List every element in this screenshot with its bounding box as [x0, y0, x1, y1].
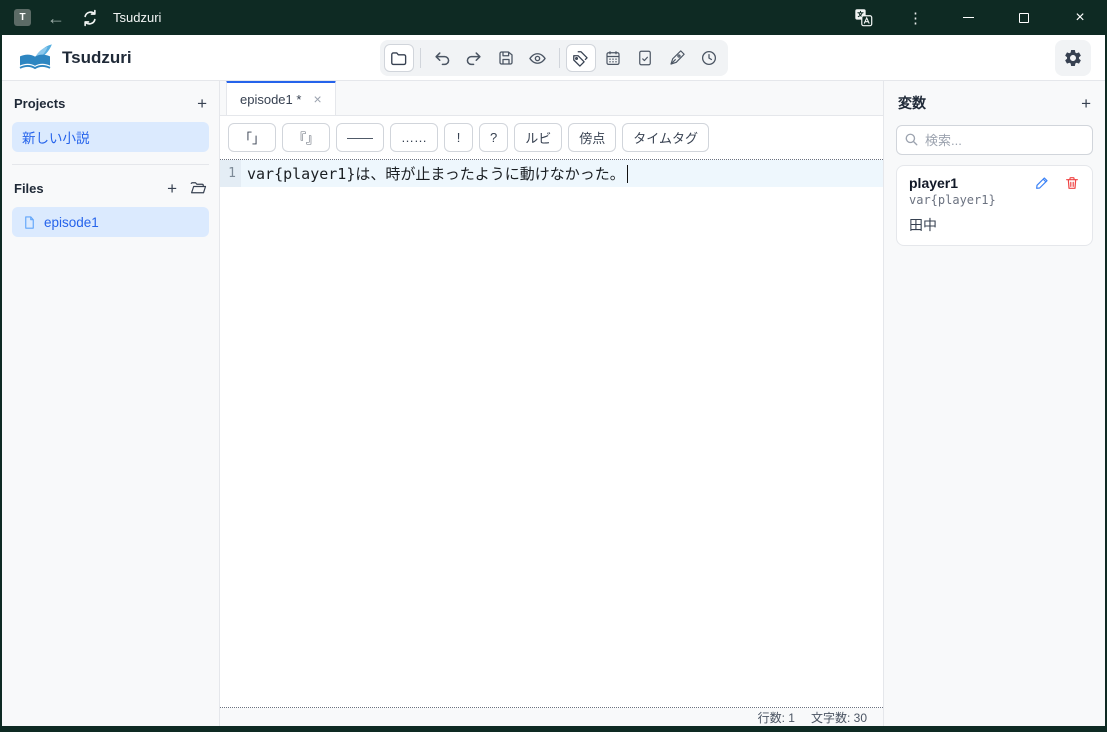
insert-ellipsis-button[interactable]: …… — [390, 123, 438, 152]
trash-icon — [1064, 175, 1080, 191]
app-header: Tsudzuri — [2, 35, 1105, 81]
menu-dots-icon[interactable]: ⋮ — [904, 9, 927, 27]
files-header: Files + — [14, 179, 207, 197]
pen-button[interactable] — [662, 44, 692, 72]
variable-tag: var{player1} — [909, 193, 1080, 207]
line-count: 行数: 1 — [758, 709, 795, 726]
add-file-button[interactable]: + — [167, 180, 177, 197]
line-number: 1 — [220, 160, 241, 187]
file-item-label: episode1 — [44, 215, 99, 230]
undo-button[interactable] — [427, 44, 457, 72]
preview-eye-button[interactable] — [523, 44, 553, 72]
document-check-button[interactable] — [630, 44, 660, 72]
line-text: var{player1}は、時が止まったように動けなかった。 — [247, 163, 625, 184]
brand: Tsudzuri — [16, 43, 132, 73]
toolbar-separator — [559, 48, 560, 68]
close-button[interactable]: × — [1065, 4, 1095, 32]
insert-timetag-button[interactable]: タイムタグ — [622, 123, 709, 152]
tags-button[interactable] — [566, 44, 596, 72]
variables-title: 変数 — [898, 93, 926, 113]
app-logo — [16, 43, 54, 73]
project-item[interactable]: 新しい小説 — [12, 122, 209, 152]
file-item[interactable]: episode1 — [12, 207, 209, 237]
app-content: Tsudzuri — [2, 35, 1105, 726]
app-name: Tsudzuri — [62, 48, 132, 68]
refresh-icon[interactable] — [81, 9, 99, 27]
insert-exclamation-button[interactable]: ! — [444, 123, 473, 152]
app-badge-icon: T — [14, 9, 31, 26]
save-button[interactable] — [491, 44, 521, 72]
main-toolbar — [380, 40, 728, 76]
window-title: Tsudzuri — [113, 10, 161, 25]
toolbar-separator — [420, 48, 421, 68]
pencil-icon — [1034, 175, 1050, 191]
insert-quote-button[interactable]: 「」 — [228, 123, 276, 152]
tab-label: episode1 * — [240, 92, 301, 107]
calendar-button[interactable] — [598, 44, 628, 72]
project-item-label: 新しい小説 — [22, 127, 90, 147]
sidebar-divider — [12, 164, 209, 165]
variables-panel: 変数 + player1 — [883, 81, 1105, 726]
open-folder-button[interactable] — [189, 179, 207, 197]
edit-variable-button[interactable] — [1034, 175, 1050, 191]
folder-button[interactable] — [384, 44, 414, 72]
search-input[interactable] — [896, 125, 1093, 155]
files-title: Files — [14, 181, 44, 196]
variable-value: 田中 — [909, 215, 1080, 235]
search-icon — [904, 132, 919, 147]
translate-icon[interactable] — [848, 4, 878, 32]
delete-variable-button[interactable] — [1064, 175, 1080, 191]
tab-episode1[interactable]: episode1 * × — [226, 80, 336, 115]
insert-double-quote-button[interactable]: 『』 — [282, 123, 330, 152]
minimize-button[interactable] — [953, 4, 983, 32]
insert-ruby-button[interactable]: ルビ — [514, 123, 562, 152]
redo-button[interactable] — [459, 44, 489, 72]
body: Projects + 新しい小説 Files + — [2, 81, 1105, 726]
add-project-button[interactable]: + — [197, 95, 207, 112]
editor-pane: episode1 * × 「」 『』 —— …… ! ? ルビ 傍点 タイムタグ — [220, 81, 883, 726]
titlebar: T ← Tsudzuri ⋮ × — [2, 0, 1105, 35]
sidebar: Projects + 新しい小説 Files + — [2, 81, 220, 726]
editor-line[interactable]: 1 var{player1}は、時が止まったように動けなかった。 — [220, 160, 883, 187]
insert-emphasis-dots-button[interactable]: 傍点 — [568, 123, 616, 152]
maximize-button[interactable] — [1009, 4, 1039, 32]
text-editor[interactable]: 1 var{player1}は、時が止まったように動けなかった。 — [220, 159, 883, 708]
folder-open-icon — [189, 179, 207, 197]
add-variable-button[interactable]: + — [1081, 95, 1091, 112]
variable-card: player1 var{player1} 田中 — [896, 165, 1093, 246]
statusbar: 行数: 1 文字数: 30 — [220, 708, 883, 726]
insert-question-button[interactable]: ? — [479, 123, 508, 152]
variables-header: 変数 + — [898, 93, 1091, 113]
file-icon — [22, 215, 37, 230]
projects-title: Projects — [14, 96, 65, 111]
settings-button[interactable] — [1055, 40, 1091, 76]
tabbar: episode1 * × — [220, 81, 883, 116]
gear-icon — [1063, 48, 1083, 68]
insert-dash-button[interactable]: —— — [336, 123, 384, 152]
char-count: 文字数: 30 — [811, 709, 867, 726]
clock-button[interactable] — [694, 44, 724, 72]
tab-close-icon[interactable]: × — [313, 92, 321, 106]
back-icon[interactable]: ← — [47, 9, 65, 27]
variable-name: player1 — [909, 175, 958, 191]
app-window: T ← Tsudzuri ⋮ × — [0, 0, 1107, 732]
variable-search — [896, 125, 1093, 155]
format-toolbar: 「」 『』 —— …… ! ? ルビ 傍点 タイムタグ — [220, 116, 883, 159]
text-caret — [627, 165, 629, 183]
projects-header: Projects + — [14, 95, 207, 112]
